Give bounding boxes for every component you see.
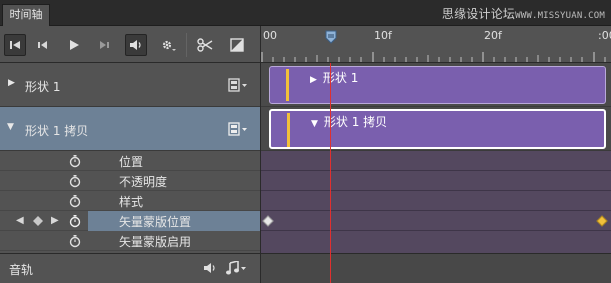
timeline-tab[interactable]: 时间轴 <box>2 4 50 26</box>
stopwatch-active-icon[interactable] <box>68 214 82 228</box>
layer-name: 形状 1 拷贝 <box>25 124 89 138</box>
property-row-opacity[interactable]: 不透明度 <box>0 171 260 191</box>
first-frame-icon <box>10 41 20 49</box>
previous-keyframe-icon[interactable]: ◀ <box>16 215 24 226</box>
previous-frame-button[interactable] <box>32 34 54 56</box>
gear-icon <box>162 40 176 51</box>
property-row-style[interactable]: 样式 <box>0 191 260 211</box>
clip-shape-1[interactable]: ▶ 形状 1 <box>269 66 606 104</box>
play-button[interactable] <box>63 34 85 56</box>
layers-panel: ▶ 形状 1 ▼ 形状 1 拷贝 位置 不透明度 样式 ◀ ▶ 矢量蒙版位置 矢… <box>0 63 260 283</box>
property-track[interactable] <box>261 231 611 253</box>
audio-track-label: 音轨 <box>9 263 34 277</box>
property-track[interactable] <box>261 191 611 211</box>
expand-arrow-icon[interactable]: ▶ <box>8 78 15 88</box>
clip-arrow-icon: ▼ <box>311 119 318 129</box>
timeline-toolbar <box>0 26 260 63</box>
ruler-label: 10f <box>374 29 392 42</box>
property-track[interactable] <box>261 151 611 171</box>
stopwatch-icon[interactable] <box>68 154 82 168</box>
clip-shape-1-copy[interactable]: ▼ 形状 1 拷贝 <box>269 109 606 149</box>
transition-icon <box>230 38 244 52</box>
ruler-label: 00 <box>263 29 277 42</box>
audio-toggle-button[interactable] <box>125 34 147 56</box>
timeline-tracks: ▶ 形状 1 ▼ 形状 1 拷贝 <box>260 63 611 283</box>
next-frame-button[interactable] <box>93 34 115 56</box>
clip-start-marker <box>286 69 289 101</box>
split-button[interactable] <box>194 34 216 56</box>
property-name: 矢量蒙版位置 <box>119 215 192 229</box>
first-frame-button[interactable] <box>4 34 26 56</box>
ruler-ticks <box>261 52 606 62</box>
layer-row-shape-1-copy[interactable]: ▼ 形状 1 拷贝 <box>0 107 260 151</box>
audio-track-row[interactable]: 音轨 <box>0 253 260 283</box>
ruler-label: 20f <box>484 29 502 42</box>
stopwatch-icon[interactable] <box>68 234 82 248</box>
property-track[interactable] <box>261 171 611 191</box>
film-menu-icon[interactable] <box>228 78 248 92</box>
watermark-sub: WWW.MISSYUAN.COM <box>515 11 605 21</box>
film-menu-icon[interactable] <box>228 122 248 136</box>
collapse-arrow-icon[interactable]: ▼ <box>7 122 14 132</box>
audio-track[interactable] <box>261 253 611 283</box>
property-name: 样式 <box>119 195 144 209</box>
property-name: 矢量蒙版启用 <box>119 235 192 249</box>
stopwatch-icon[interactable] <box>68 174 82 188</box>
playhead-line <box>330 63 331 283</box>
stopwatch-icon[interactable] <box>68 194 82 208</box>
toolbar-divider <box>186 33 187 57</box>
settings-button[interactable] <box>157 34 179 56</box>
speaker-icon[interactable] <box>203 262 217 274</box>
clip-name: 形状 1 <box>322 71 359 85</box>
panel-tab-bar: 时间轴 思缘设计论坛WWW.MISSYUAN.COM <box>0 0 611 26</box>
next-keyframe-icon[interactable]: ▶ <box>51 215 59 226</box>
clip-arrow-icon: ▶ <box>310 75 317 85</box>
property-name: 位置 <box>119 155 144 169</box>
clip-label: ▼ 形状 1 拷贝 <box>311 113 387 130</box>
time-ruler[interactable]: 00 10f 20f :00 <box>260 26 611 63</box>
play-icon <box>70 40 79 50</box>
speaker-icon <box>130 40 141 50</box>
ruler-label: :00 <box>598 29 611 42</box>
watermark: 思缘设计论坛WWW.MISSYUAN.COM <box>442 5 605 22</box>
next-frame-icon <box>100 41 109 49</box>
add-keyframe-icon[interactable] <box>33 216 43 226</box>
watermark-text: 思缘设计论坛 <box>441 7 516 21</box>
property-row-vector-mask-position[interactable]: ◀ ▶ 矢量蒙版位置 <box>0 211 260 231</box>
scissors-icon <box>197 38 213 52</box>
layer-row-shape-1[interactable]: ▶ 形状 1 <box>0 63 260 107</box>
clip-name: 形状 1 拷贝 <box>323 115 388 129</box>
property-row-vector-mask-enable[interactable]: 矢量蒙版启用 <box>0 231 260 251</box>
property-name: 不透明度 <box>119 175 168 189</box>
property-row-position[interactable]: 位置 <box>0 151 260 171</box>
clip-start-marker <box>287 113 290 147</box>
clip-label: ▶ 形状 1 <box>310 69 358 86</box>
layer-name: 形状 1 <box>25 80 61 94</box>
playhead-handle[interactable] <box>325 30 337 44</box>
property-track[interactable] <box>261 211 611 231</box>
transition-button[interactable] <box>226 34 248 56</box>
music-note-menu-icon[interactable] <box>225 261 247 275</box>
previous-frame-icon <box>38 41 47 49</box>
